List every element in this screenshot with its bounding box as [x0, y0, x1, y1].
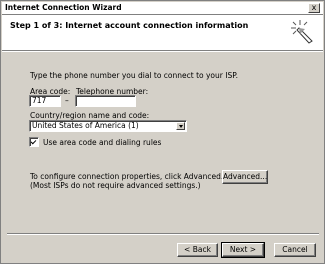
dash-separator: – — [65, 96, 69, 105]
back-button[interactable]: < Back — [177, 243, 218, 257]
window-title: Internet Connection Wizard — [5, 3, 122, 12]
advanced-button[interactable]: Advanced... — [222, 170, 268, 184]
chevron-down-icon[interactable] — [176, 122, 185, 130]
footer-divider-highlight — [7, 234, 319, 235]
advanced-text-line2: (Most ISPs do not require advanced setti… — [30, 181, 201, 190]
wizard-window: Internet Connection Wizard x Step 1 of 3… — [0, 0, 325, 264]
country-label: Country/region name and code: — [30, 111, 150, 120]
checkbox-label: Use area code and dialing rules — [43, 138, 162, 147]
header-divider — [2, 51, 323, 52]
advanced-text-line1: To configure connection properties, clic… — [30, 172, 224, 181]
area-code-input[interactable]: 717 — [29, 95, 61, 107]
instruction-text: Type the phone number you dial to connec… — [30, 71, 238, 80]
next-button[interactable]: Next > — [221, 242, 265, 258]
cancel-button[interactable]: Cancel — [274, 243, 316, 257]
step-title: Step 1 of 3: Internet account connection… — [10, 21, 249, 30]
use-area-code-checkbox[interactable] — [29, 137, 39, 147]
close-button[interactable]: x — [308, 3, 320, 13]
title-bar: Internet Connection Wizard x — [2, 2, 323, 15]
telephone-input[interactable] — [75, 95, 136, 107]
wizard-header: Step 1 of 3: Internet account connection… — [2, 15, 323, 51]
country-select[interactable]: United States of America (1) — [29, 120, 187, 132]
country-select-value: United States of America (1) — [32, 121, 139, 130]
wizard-sparkle-icon — [291, 20, 313, 44]
